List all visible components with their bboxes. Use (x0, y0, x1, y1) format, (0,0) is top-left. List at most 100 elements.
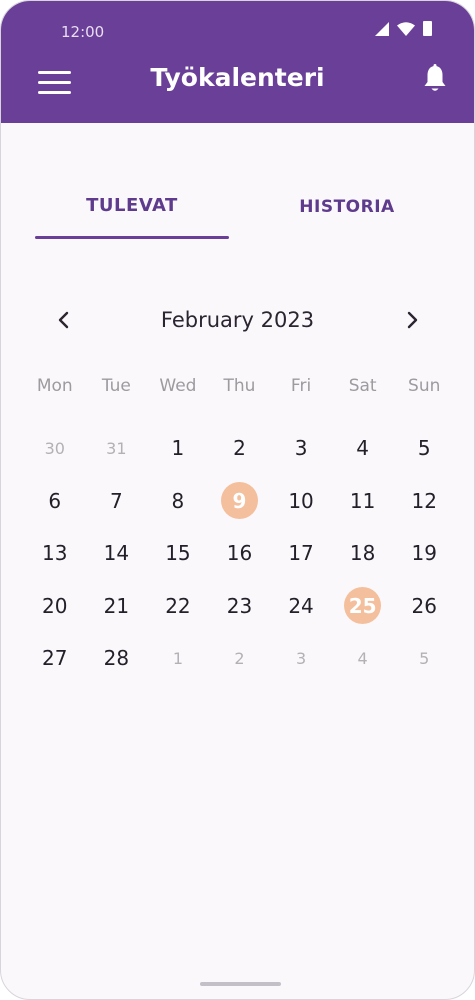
weekday-row: Mon Tue Wed Thu Fri Sat Sun (24, 371, 455, 401)
calendar-day[interactable]: 26 (393, 580, 455, 633)
calendar-day[interactable]: 6 (24, 475, 86, 528)
calendar-day-number: 28 (103, 646, 130, 671)
calendar-day-outside-month[interactable]: 5 (393, 632, 455, 685)
calendar-day-number: 3 (295, 648, 307, 668)
tab-upcoming[interactable]: TULEVAT (35, 195, 229, 216)
calendar-weeks: 30 31 1 2 3 4 5 6 7 8 9 10 11 12 13 14 15 16 17 18 19 20 21 22 2… (24, 422, 455, 685)
calendar-day[interactable]: 19 (393, 527, 455, 580)
calendar-day-number: 7 (109, 488, 123, 513)
calendar-day[interactable]: 2 (209, 422, 271, 475)
calendar-day-number: 23 (226, 593, 253, 618)
calendar-day-number: 8 (171, 488, 185, 513)
signal-icon (375, 21, 389, 36)
calendar-day[interactable]: 21 (86, 580, 148, 633)
calendar-day-number: 10 (288, 488, 314, 513)
calendar-day-number: 3 (294, 436, 308, 461)
calendar-day[interactable]: 8 (147, 475, 209, 528)
calendar-day[interactable]: 15 (147, 527, 209, 580)
calendar-day-number: 13 (42, 541, 68, 566)
calendar-day[interactable]: 11 (332, 475, 394, 528)
calendar-day[interactable]: 1 (147, 422, 209, 475)
calendar-day[interactable]: 5 (393, 422, 455, 475)
calendar-day-number: 15 (165, 541, 191, 566)
calendar-day[interactable]: 14 (86, 527, 148, 580)
weekday-label: Sat (348, 376, 377, 396)
tab-indicator (35, 236, 229, 239)
chevron-right-icon (407, 311, 418, 329)
calendar-day[interactable]: 12 (393, 475, 455, 528)
calendar-day-number: 19 (411, 541, 437, 566)
app-bar: 12:00 Työkalenteri (1, 1, 474, 123)
calendar-day[interactable]: 20 (24, 580, 86, 633)
calendar-day-number: 26 (411, 593, 437, 618)
calendar-day-number: 21 (103, 593, 130, 618)
calendar-day-number: 25 (344, 587, 382, 625)
app-title: Työkalenteri (150, 63, 325, 92)
calendar-day[interactable]: 3 (270, 422, 332, 475)
calendar-day-number: 30 (44, 438, 65, 458)
weekday-label: Mon (36, 376, 73, 396)
calendar-day-number: 11 (349, 488, 376, 513)
calendar-day-number: 17 (288, 541, 314, 566)
battery-icon (423, 21, 432, 36)
weekday-label: Fri (290, 376, 312, 396)
calendar-day-number: 4 (357, 648, 368, 668)
calendar-day-number: 22 (165, 593, 191, 618)
calendar-week-row: 6 7 8 9 10 11 12 (24, 475, 455, 528)
calendar-day-number: 4 (356, 436, 369, 461)
calendar-day[interactable]: 13 (24, 527, 86, 580)
status-time: 12:00 (61, 23, 105, 41)
calendar-day-number: 2 (234, 648, 245, 668)
bell-icon[interactable] (423, 64, 447, 94)
calendar-day[interactable]: 23 (209, 580, 271, 633)
wifi-icon (397, 21, 415, 36)
calendar-day-number: 1 (172, 648, 184, 668)
calendar-day[interactable]: 10 (270, 475, 332, 528)
calendar-day[interactable]: 24 (270, 580, 332, 633)
calendar-week-row: 30 31 1 2 3 4 5 (24, 422, 455, 475)
calendar-day[interactable]: 27 (24, 632, 86, 685)
home-indicator (200, 982, 281, 986)
calendar-day-outside-month[interactable]: 30 (24, 422, 86, 475)
calendar-week-row: 13 14 15 16 17 18 19 (24, 527, 455, 580)
calendar-grid: Mon Tue Wed Thu Fri Sat Sun 30 31 1 2 3 4 5 6 7 8… (24, 371, 455, 685)
calendar-day-marked[interactable]: 9 (209, 475, 271, 528)
calendar-day-number: 27 (42, 646, 68, 671)
calendar-day-marked[interactable]: 25 (332, 580, 394, 633)
calendar-day[interactable]: 7 (86, 475, 148, 528)
calendar-day[interactable]: 16 (209, 527, 271, 580)
weekday-label: Thu (223, 376, 256, 396)
calendar-day-number: 1 (171, 436, 185, 461)
calendar-week-row: 20 21 22 23 24 25 26 (24, 580, 455, 633)
status-icons (375, 21, 432, 36)
calendar-day-number: 18 (349, 541, 376, 566)
tab-bar: TULEVAT HISTORIA (1, 181, 474, 241)
calendar-day-outside-month[interactable]: 3 (270, 632, 332, 685)
calendar-day-number: 16 (226, 541, 253, 566)
calendar-week-row: 27 28 1 2 3 4 5 (24, 632, 455, 685)
month-header: February 2023 (1, 301, 474, 341)
calendar-day-number: 5 (419, 648, 430, 668)
calendar-day[interactable]: 4 (332, 422, 394, 475)
calendar-day-number: 24 (288, 593, 314, 618)
weekday-label: Tue (101, 376, 131, 396)
calendar-day-number: 31 (106, 438, 127, 458)
calendar-day[interactable]: 18 (332, 527, 394, 580)
calendar-day[interactable]: 28 (86, 632, 148, 685)
calendar-day-outside-month[interactable]: 31 (86, 422, 148, 475)
calendar-day-number: 5 (417, 436, 431, 461)
calendar-day-number: 9 (220, 482, 258, 520)
weekday-label: Wed (159, 376, 197, 396)
calendar-day-number: 6 (48, 488, 62, 513)
tab-history[interactable]: HISTORIA (250, 197, 444, 217)
calendar-day-outside-month[interactable]: 1 (147, 632, 209, 685)
calendar-day-number: 12 (411, 488, 437, 513)
phone-screen: 12:00 Työkalenteri TULEVAT HISTORIA Febr… (0, 0, 475, 1000)
calendar-day[interactable]: 17 (270, 527, 332, 580)
next-month-button[interactable] (397, 305, 427, 335)
calendar-day-number: 14 (103, 541, 130, 566)
calendar-day[interactable]: 22 (147, 580, 209, 633)
weekday-label: Sun (408, 376, 441, 396)
calendar-day-outside-month[interactable]: 2 (209, 632, 271, 685)
calendar-day-outside-month[interactable]: 4 (332, 632, 394, 685)
